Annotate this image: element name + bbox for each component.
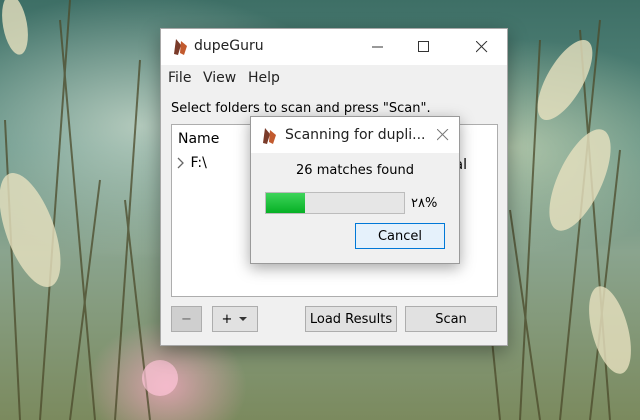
dupeguru-icon — [174, 39, 187, 55]
close-icon — [437, 129, 449, 141]
window-title: dupeGuru — [194, 38, 264, 54]
menu-bar: File View Help — [161, 67, 507, 89]
close-icon — [476, 41, 488, 53]
cancel-button[interactable]: Cancel — [355, 223, 445, 249]
dupeguru-icon — [263, 128, 276, 144]
menu-file[interactable]: File — [168, 70, 191, 86]
minimize-button[interactable] — [355, 29, 401, 65]
progress-percent: ٢٨% — [411, 196, 438, 211]
title-bar: dupeGuru — [161, 29, 507, 65]
load-results-button[interactable]: Load Results — [305, 306, 397, 332]
caret-down-icon — [239, 317, 248, 321]
scan-button[interactable]: Scan — [405, 306, 497, 332]
menu-view[interactable]: View — [203, 70, 236, 86]
chevron-right-icon[interactable] — [176, 157, 186, 169]
menu-help[interactable]: Help — [248, 70, 280, 86]
dialog-title-bar: Scanning for dupli... — [251, 117, 459, 153]
close-button[interactable] — [459, 29, 505, 65]
remove-folder-button[interactable]: − — [171, 306, 202, 332]
scan-progress-dialog: Scanning for dupli... 26 matches found ٢… — [250, 116, 460, 264]
column-header-name[interactable]: Name — [178, 131, 219, 147]
maximize-icon — [418, 41, 429, 52]
progress-fill — [266, 193, 305, 213]
minimize-icon — [372, 46, 383, 48]
dialog-close-button[interactable] — [427, 117, 459, 153]
matches-found-text: 26 matches found — [296, 163, 414, 178]
scan-progress-bar — [265, 192, 405, 214]
instruction-text: Select folders to scan and press "Scan". — [171, 101, 431, 116]
add-folder-button[interactable]: + — [212, 306, 258, 332]
dialog-title: Scanning for dupli... — [285, 127, 426, 143]
folder-row[interactable]: F:\ — [176, 155, 207, 171]
folder-path: F:\ — [190, 155, 207, 171]
add-label: + — [221, 311, 233, 327]
maximize-button[interactable] — [401, 29, 447, 65]
